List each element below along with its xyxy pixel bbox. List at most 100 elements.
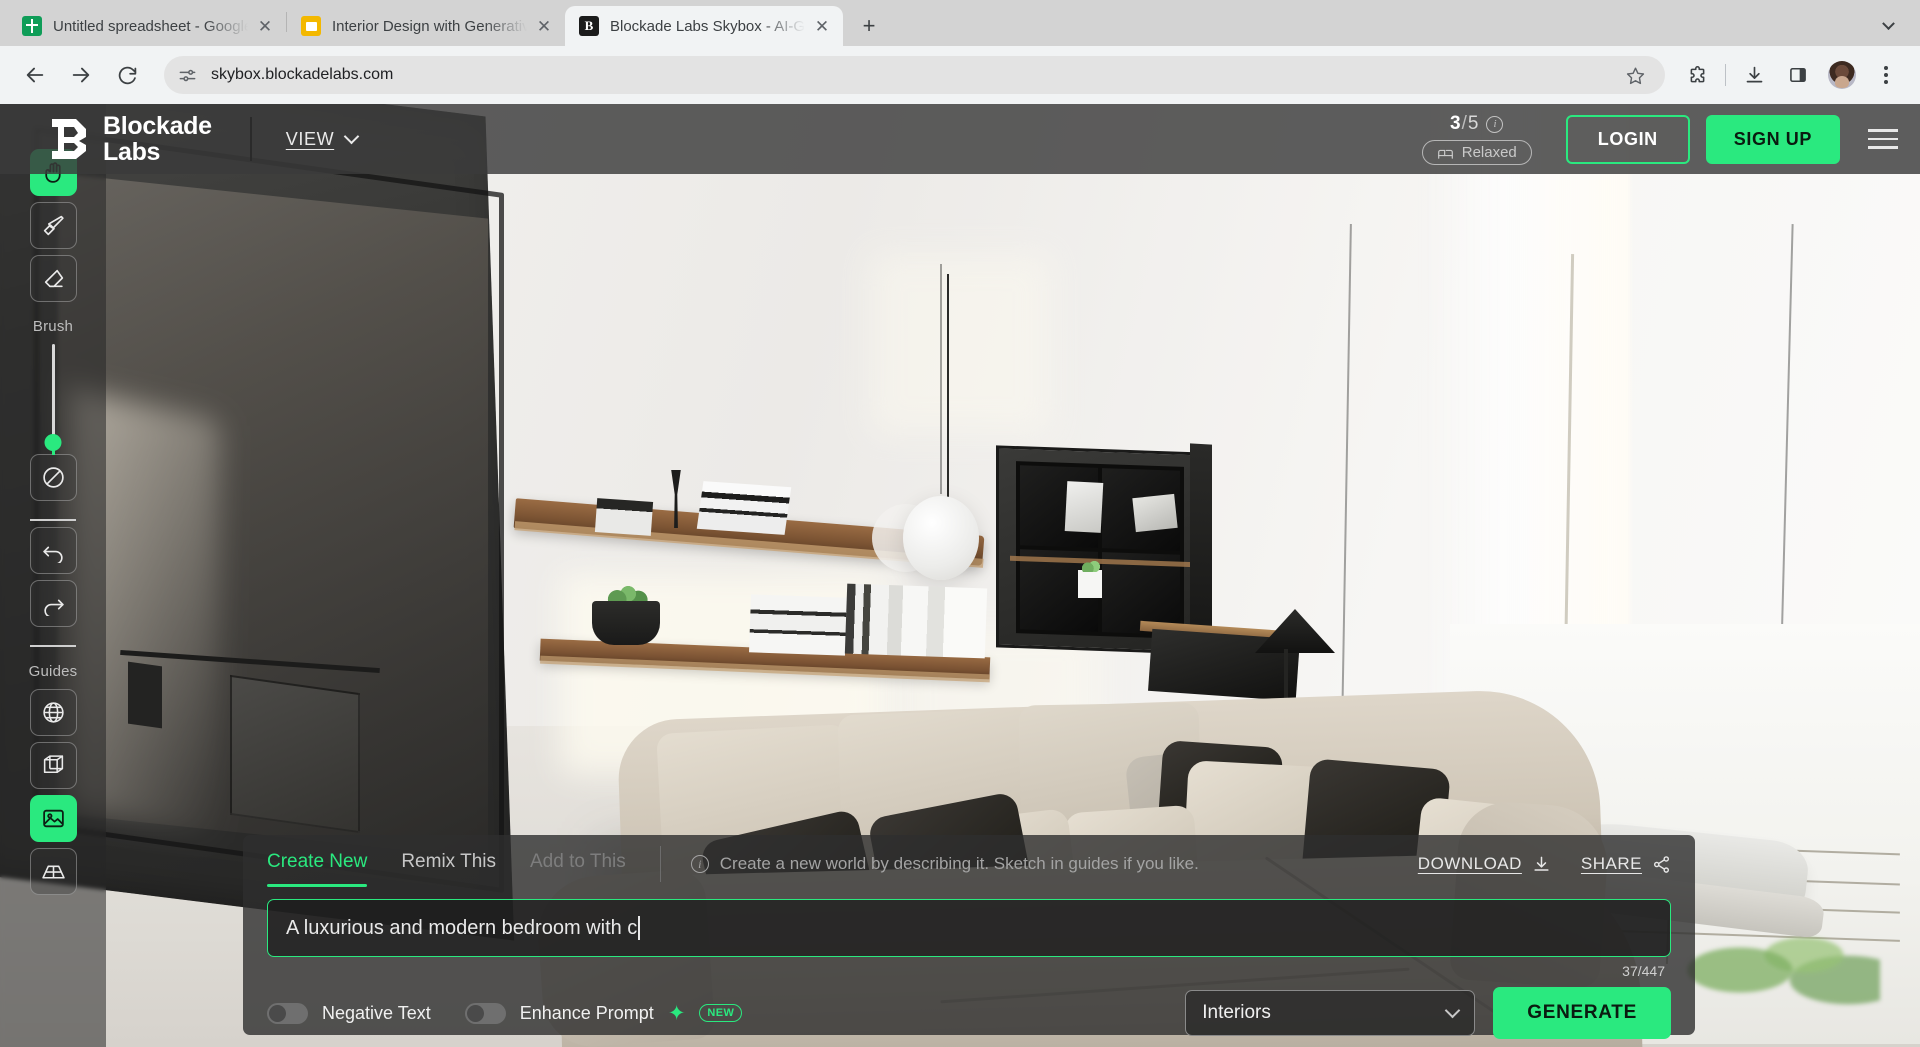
signup-button[interactable]: SIGN UP: [1706, 115, 1840, 164]
eraser-icon: [41, 266, 66, 291]
prompt-input-wrapper: A luxurious and modern bedroom with c 37…: [267, 899, 1671, 957]
blockade-labs-icon: B: [579, 16, 599, 36]
tab-title: Interior Design with Generativ: [332, 18, 531, 35]
credits-count: 3/5 i: [1450, 113, 1503, 135]
negative-text-label: Negative Text: [322, 1003, 431, 1024]
share-label: SHARE: [1581, 854, 1642, 874]
tab-create-new[interactable]: Create New: [267, 841, 367, 887]
undo-arrow-icon: [41, 538, 66, 563]
panel-tabs: Create New Remix This Add to This: [267, 841, 626, 887]
brush-tool[interactable]: [30, 202, 77, 249]
rail-divider: [30, 645, 76, 647]
no-entry-icon: [41, 465, 66, 490]
scene-books: [595, 498, 653, 536]
chevron-down-icon: [1882, 17, 1895, 30]
credits-separator: /: [1462, 113, 1467, 135]
back-arrow-icon[interactable]: [18, 58, 52, 92]
download-icon: [1532, 855, 1551, 874]
address-bar[interactable]: skybox.blockadelabs.com: [164, 56, 1665, 94]
scene-book-row: [845, 584, 987, 659]
panel-header: Create New Remix This Add to This i Crea…: [267, 835, 1671, 893]
new-badge: NEW: [699, 1004, 742, 1022]
extensions-puzzle-icon[interactable]: [1680, 58, 1714, 92]
guide-sphere-button[interactable]: [30, 689, 77, 736]
left-toolbar: Brush Guides: [0, 104, 106, 1047]
three-dot-menu-icon[interactable]: [1869, 58, 1903, 92]
site-settings-icon[interactable]: [178, 66, 197, 85]
browser-toolbar: skybox.blockadelabs.com: [0, 46, 1920, 104]
download-button[interactable]: DOWNLOAD: [1418, 854, 1551, 874]
browser-tab-3[interactable]: B Blockade Labs Skybox - AI-G ✕: [565, 6, 843, 46]
toolbar-divider: [1725, 64, 1726, 86]
credits-total: 5: [1468, 113, 1479, 135]
view-menu[interactable]: VIEW: [286, 129, 357, 150]
brush-label: Brush: [33, 318, 73, 335]
sparkle-icon: ✦: [668, 1003, 686, 1024]
panel-actions: DOWNLOAD SHARE: [1418, 854, 1671, 874]
browser-tab-1[interactable]: Untitled spreadsheet - Google ✕: [8, 6, 286, 46]
prompt-input[interactable]: A luxurious and modern bedroom with c: [267, 899, 1671, 957]
close-icon[interactable]: ✕: [252, 13, 278, 39]
paintbrush-icon: [41, 213, 66, 238]
share-button[interactable]: SHARE: [1581, 854, 1671, 874]
tab-title: Blockade Labs Skybox - AI-G: [610, 18, 809, 35]
negative-text-toggle[interactable]: [267, 1003, 308, 1024]
guide-cube-button[interactable]: [30, 742, 77, 789]
eraser-tool[interactable]: [30, 255, 77, 302]
download-label: DOWNLOAD: [1418, 854, 1522, 874]
scene-pendant-lamp: [903, 496, 979, 580]
new-tab-button[interactable]: +: [853, 10, 885, 42]
credits-used: 3: [1450, 113, 1461, 135]
panel-divider: [660, 846, 661, 882]
tab-add-to-this[interactable]: Add to This: [530, 841, 626, 887]
browser-chrome: Untitled spreadsheet - Google ✕ Interior…: [0, 0, 1920, 104]
image-icon: [41, 806, 66, 831]
info-icon: i: [691, 855, 709, 873]
credits-indicator: 3/5 i Relaxed: [1422, 113, 1532, 165]
login-button[interactable]: LOGIN: [1566, 115, 1690, 164]
side-panel-icon[interactable]: [1781, 58, 1815, 92]
redo-button[interactable]: [30, 580, 77, 627]
header-divider: [250, 117, 252, 161]
star-icon[interactable]: [1619, 59, 1651, 91]
clear-tool[interactable]: [30, 454, 77, 501]
forward-arrow-icon[interactable]: [64, 58, 98, 92]
toggle-knob: [269, 1005, 286, 1022]
redo-arrow-icon: [41, 591, 66, 616]
download-icon[interactable]: [1737, 58, 1771, 92]
info-icon[interactable]: i: [1486, 116, 1503, 133]
brush-size-handle[interactable]: [45, 434, 62, 451]
guide-depth-button[interactable]: [30, 848, 77, 895]
brush-size-slider[interactable]: [52, 344, 55, 444]
scene-light: [870, 254, 1050, 434]
prompt-panel: Create New Remix This Add to This i Crea…: [243, 835, 1695, 1035]
guides-label: Guides: [29, 663, 78, 680]
generate-button[interactable]: GENERATE: [1493, 987, 1671, 1039]
skybox-app: Brush Guides: [0, 104, 1920, 1047]
negative-text-control[interactable]: Negative Text: [267, 1003, 431, 1024]
scene-book-stack: [749, 594, 847, 655]
window-controls-button[interactable]: [1870, 10, 1906, 42]
scene-cabinet-plant: [1078, 570, 1102, 598]
enhance-prompt-control[interactable]: Enhance Prompt ✦ NEW: [465, 1003, 743, 1024]
brand-logo[interactable]: Blockade Labs: [48, 113, 212, 166]
scene-cabinet-frame: [1132, 494, 1177, 532]
scene-cabinet-frame: [1065, 481, 1104, 533]
enhance-prompt-toggle[interactable]: [465, 1003, 506, 1024]
perspective-grid-icon: [41, 859, 66, 884]
reload-icon[interactable]: [110, 58, 144, 92]
text-caret: [638, 916, 640, 940]
profile-avatar[interactable]: [1828, 61, 1856, 89]
browser-tab-2[interactable]: Interior Design with Generativ ✕: [287, 6, 565, 46]
chevron-down-icon: [1445, 1003, 1461, 1019]
tab-remix-this[interactable]: Remix This: [401, 841, 496, 887]
app-header: Blockade Labs VIEW 3/5 i Relaxed LOGIN S…: [0, 104, 1920, 174]
globe-icon: [41, 700, 66, 725]
cube-icon: [41, 753, 66, 778]
undo-button[interactable]: [30, 527, 77, 574]
close-icon[interactable]: ✕: [809, 13, 835, 39]
hamburger-menu-icon[interactable]: [1868, 129, 1898, 149]
style-select[interactable]: Interiors: [1185, 990, 1475, 1036]
guide-image-button[interactable]: [30, 795, 77, 842]
close-icon[interactable]: ✕: [531, 13, 557, 39]
